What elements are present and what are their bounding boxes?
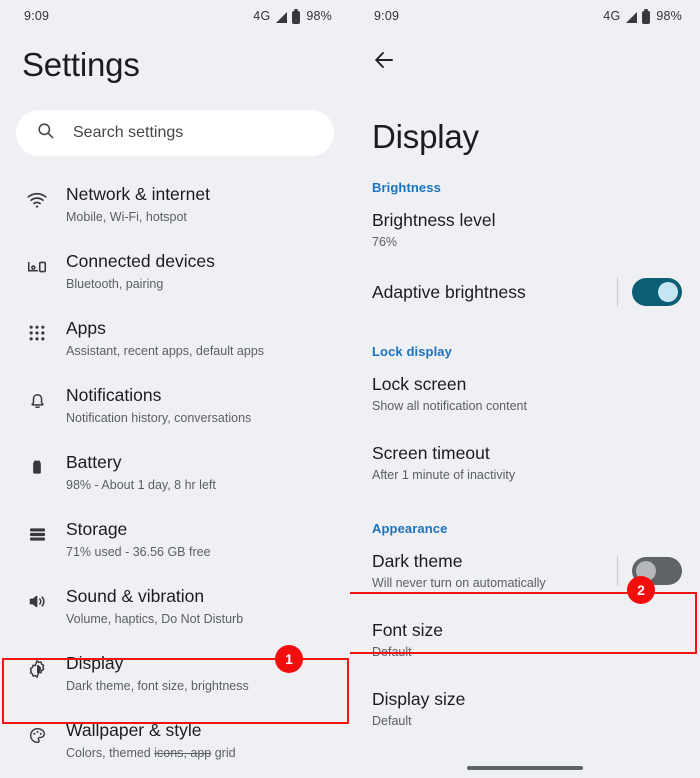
adaptive-brightness-row[interactable]: Adaptive brightness: [350, 264, 700, 320]
search-icon: [36, 121, 55, 145]
row-title: Font size: [372, 620, 443, 640]
palette-icon: [22, 725, 52, 746]
sidebar-item-subtitle: Colors, themed icons, app grid: [66, 745, 236, 762]
status-time: 9:09: [374, 9, 400, 23]
row-title: Display size: [372, 689, 466, 709]
wallpaper-sub-part-c: grid: [214, 746, 236, 760]
battery-icon: [292, 8, 301, 24]
page-title: Settings: [22, 46, 140, 83]
row-subtitle: Will never turn on automatically: [372, 576, 546, 590]
row-title: Screen timeout: [372, 443, 490, 463]
vertical-divider: [617, 277, 618, 307]
sidebar-item-title: Notifications: [66, 385, 162, 405]
home-indicator: [467, 766, 583, 770]
status-bar-right: 9:09 4G 98%: [350, 0, 700, 32]
sidebar-item-title: Display: [66, 653, 124, 673]
status-time: 9:09: [24, 9, 50, 23]
sidebar-item-title: Sound & vibration: [66, 586, 205, 606]
battery-percent-label: 98%: [306, 9, 332, 23]
signal-strength-icon: [626, 11, 638, 23]
vertical-divider: [617, 555, 618, 586]
adaptive-brightness-toggle[interactable]: [632, 278, 682, 306]
sidebar-item-title: Network & internet: [66, 184, 210, 204]
signal-strength-icon: [276, 11, 288, 23]
row-subtitle: After 1 minute of inactivity: [372, 468, 516, 482]
sidebar-item-subtitle: Notification history, conversations: [66, 411, 252, 425]
battery-icon: [22, 457, 52, 477]
annotation-badge-1: 1: [275, 645, 303, 673]
row-subtitle: 76%: [372, 235, 398, 249]
search-placeholder-text: Search settings: [73, 124, 184, 141]
section-header-appearance: Appearance: [372, 521, 448, 536]
sidebar-item-subtitle: Volume, haptics, Do Not Disturb: [66, 612, 244, 626]
battery-percent-label: 98%: [656, 9, 682, 23]
sidebar-item-storage[interactable]: Storage 71% used - 36.56 GB free: [0, 505, 350, 572]
sidebar-item-subtitle: Assistant, recent apps, default apps: [66, 344, 265, 358]
lock-screen-row[interactable]: Lock screen Show all notification conten…: [350, 359, 700, 428]
row-subtitle: Default: [372, 714, 412, 728]
adaptive-brightness-control: [601, 277, 682, 307]
toggle-knob: [658, 282, 678, 302]
row-title: Adaptive brightness: [372, 282, 526, 302]
storage-icon: [22, 524, 52, 545]
display-size-row[interactable]: Display size Default: [350, 674, 700, 743]
display-detail-screen: 9:09 4G 98% Display Brightness Brightnes…: [350, 0, 700, 778]
sidebar-item-title: Battery: [66, 452, 122, 472]
status-indicators: 4G 98%: [603, 8, 682, 24]
row-title: Lock screen: [372, 374, 467, 394]
wallpaper-sub-part-a: Colors, themed: [66, 746, 151, 760]
brightness-level-row[interactable]: Brightness level 76%: [350, 195, 700, 264]
search-input[interactable]: Search settings: [16, 110, 334, 156]
wallpaper-sub-part-b: icons, app: [154, 746, 212, 760]
sidebar-item-notifications[interactable]: Notifications Notification history, conv…: [0, 371, 350, 438]
back-arrow-icon[interactable]: [350, 32, 416, 82]
connected-devices-icon: [22, 256, 52, 278]
sidebar-item-title: Storage: [66, 519, 128, 539]
network-type-label: 4G: [253, 9, 271, 23]
sidebar-item-battery[interactable]: Battery 98% - About 1 day, 8 hr left: [0, 438, 350, 505]
row-subtitle: Default: [372, 645, 412, 659]
brightness-icon: [22, 658, 52, 680]
sidebar-item-title: Apps: [66, 318, 106, 338]
battery-icon: [642, 8, 651, 24]
sidebar-item-subtitle: 71% used - 36.56 GB free: [66, 545, 211, 559]
row-title: Dark theme: [372, 551, 463, 571]
status-indicators: 4G 98%: [253, 8, 332, 24]
row-title: Brightness level: [372, 210, 496, 230]
sidebar-item-title: Connected devices: [66, 251, 215, 271]
wifi-icon: [22, 189, 52, 211]
sidebar-item-subtitle: Mobile, Wi-Fi, hotspot: [66, 210, 187, 224]
sidebar-item-title: Wallpaper & style: [66, 720, 202, 740]
row-subtitle: Show all notification content: [372, 399, 527, 413]
sidebar-item-subtitle: 98% - About 1 day, 8 hr left: [66, 478, 216, 492]
section-header-brightness: Brightness: [372, 180, 441, 195]
section-header-lock-display: Lock display: [372, 344, 452, 359]
network-type-label: 4G: [603, 9, 621, 23]
screen-timeout-row[interactable]: Screen timeout After 1 minute of inactiv…: [350, 428, 700, 497]
bell-icon: [22, 390, 52, 411]
sidebar-item-apps[interactable]: Apps Assistant, recent apps, default app…: [0, 304, 350, 371]
dual-phone-screenshot: 9:09 4G 98% Settings Search settings Net…: [0, 0, 700, 778]
sidebar-item-connected-devices[interactable]: Connected devices Bluetooth, pairing: [0, 237, 350, 304]
settings-list: Network & internet Mobile, Wi-Fi, hotspo…: [0, 170, 350, 773]
apps-grid-icon: [22, 323, 52, 343]
status-bar-left: 9:09 4G 98%: [0, 0, 350, 32]
volume-icon: [22, 591, 52, 612]
font-size-row[interactable]: Font size Default: [350, 605, 700, 674]
sidebar-item-sound[interactable]: Sound & vibration Volume, haptics, Do No…: [0, 572, 350, 639]
sidebar-item-wallpaper[interactable]: Wallpaper & style Colors, themed icons, …: [0, 706, 350, 773]
annotation-badge-2: 2: [627, 576, 655, 604]
sidebar-item-subtitle: Bluetooth, pairing: [66, 277, 164, 291]
page-title: Display: [372, 118, 479, 155]
sidebar-item-network[interactable]: Network & internet Mobile, Wi-Fi, hotspo…: [0, 170, 350, 237]
sidebar-item-subtitle: Dark theme, font size, brightness: [66, 679, 249, 693]
